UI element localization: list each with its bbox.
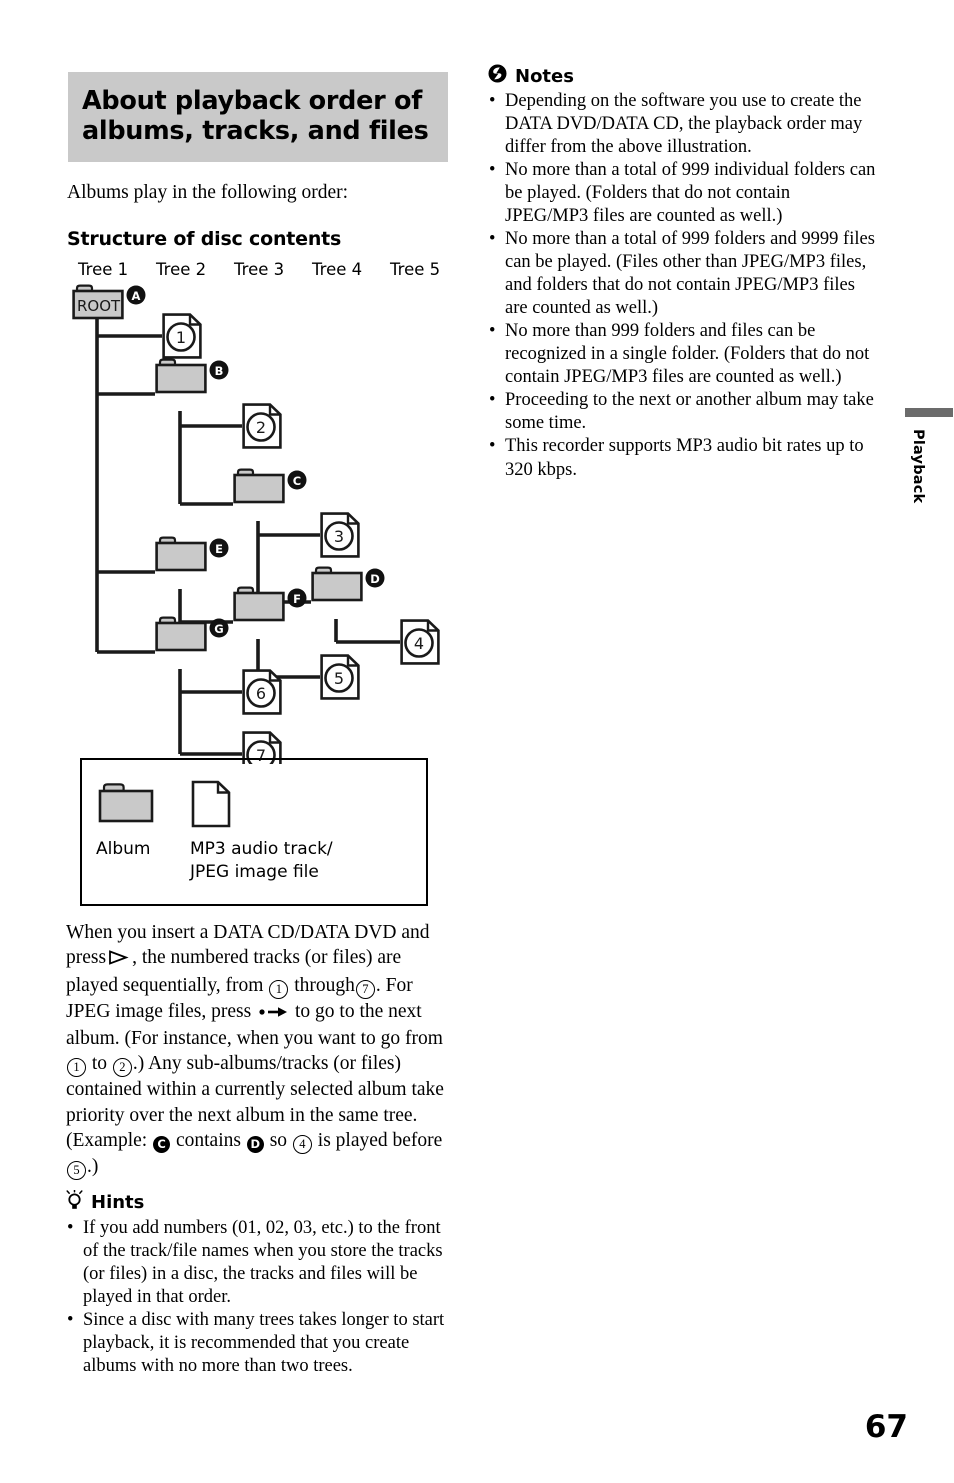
svg-text:G: G <box>214 622 223 636</box>
folder-D: D <box>311 566 385 602</box>
dot-arrow-icon <box>258 1001 288 1026</box>
note-item: No more than a total of 999 individual f… <box>488 159 876 228</box>
para-part-10: is played before <box>317 1130 443 1152</box>
hints-section: Hints If you add numbers (01, 02, 03, et… <box>66 1188 456 1378</box>
folder-E: E <box>155 536 229 572</box>
hints-title: Hints <box>91 1192 145 1213</box>
tree-diagram-svg: ROOT A B C D E F G 1 2 3 4 5 6 7 <box>72 284 440 765</box>
note-item: Depending on the software you use to cre… <box>488 90 876 159</box>
note-item: No more than a total of 999 folders and … <box>488 228 876 320</box>
file-6: 6 <box>242 669 282 715</box>
note-item: Proceeding to the next or another album … <box>488 389 876 435</box>
tree-column-labels: Tree 1 Tree 2 Tree 3 Tree 4 Tree 5 <box>70 260 450 284</box>
side-tab-bar <box>905 408 953 417</box>
notes-title: Notes <box>515 65 574 87</box>
svg-text:C: C <box>293 474 301 488</box>
notes-heading: Notes <box>488 64 876 88</box>
svg-text:B: B <box>215 364 224 378</box>
playback-order-paragraph: When you insert a DATA CD/DATA DVD and p… <box>66 920 452 1181</box>
tree-label-4: Tree 4 <box>312 260 363 280</box>
svg-text:A: A <box>132 289 141 303</box>
svg-text:E: E <box>215 542 223 556</box>
circled-number-1: 1 <box>269 979 289 999</box>
circled-number-7: 7 <box>355 979 375 999</box>
file-3: 3 <box>320 512 360 558</box>
para-part-9: so <box>269 1130 288 1152</box>
folder-C: C <box>233 468 307 504</box>
lightbulb-icon <box>66 1188 83 1215</box>
tree-label-2: Tree 2 <box>156 260 207 280</box>
album-folder-icon <box>98 783 154 823</box>
tree-label-3: Tree 3 <box>234 260 285 280</box>
folder-B: B <box>155 358 229 394</box>
svg-text:D: D <box>370 572 380 586</box>
mp3-jpeg-file-icon <box>191 780 231 828</box>
svg-text:1: 1 <box>176 328 186 347</box>
right-column: Notes Depending on the software you use … <box>488 64 876 482</box>
section-side-tab: Playback <box>905 408 953 503</box>
circled-number-1b: 1 <box>67 1058 86 1078</box>
para-part-8: contains <box>175 1130 241 1152</box>
intro-text: Albums play in the following order: <box>67 182 349 204</box>
warning-icon <box>488 64 507 88</box>
svg-text:5: 5 <box>334 669 344 688</box>
legend-file-label: MP3 audio track/ JPEG image file <box>190 838 333 884</box>
section-title-line1: About playback order of <box>82 86 422 116</box>
section-header: About playback order of albums, tracks, … <box>68 72 448 163</box>
document-page: About playback order of albums, tracks, … <box>0 0 954 1483</box>
legend-file-label-line1: MP3 audio track/ <box>190 839 333 859</box>
circled-number-2: 2 <box>112 1058 132 1078</box>
legend-album-label: Album <box>96 839 151 859</box>
play-triangle-icon <box>108 947 130 972</box>
svg-text:3: 3 <box>334 527 344 546</box>
side-tab-label: Playback <box>910 429 926 504</box>
hints-heading: Hints <box>66 1188 456 1215</box>
hint-item: If you add numbers (01, 02, 03, etc.) to… <box>66 1217 456 1309</box>
circled-number-4: 4 <box>292 1135 312 1155</box>
tree-label-1: Tree 1 <box>78 260 129 280</box>
folder-G: G <box>155 616 229 652</box>
legend-file-label-line2: JPEG image file <box>190 861 319 882</box>
para-part-6: to <box>91 1053 108 1075</box>
para-part-3: through <box>294 974 355 996</box>
hints-list: If you add numbers (01, 02, 03, etc.) to… <box>66 1217 456 1378</box>
svg-text:2: 2 <box>256 418 266 437</box>
folder-F: F <box>233 586 307 622</box>
note-item: This recorder supports MP3 audio bit rat… <box>488 435 876 481</box>
circled-number-5: 5 <box>67 1161 86 1181</box>
section-title-line2: albums, tracks, and files <box>82 116 429 147</box>
folder-root-A: ROOT A <box>72 284 146 320</box>
file-2: 2 <box>242 403 282 449</box>
note-item: No more than 999 folders and files can b… <box>488 320 876 389</box>
disc-structure-diagram: Tree 1 Tree 2 Tree 3 Tree 4 Tree 5 ROOT … <box>70 260 450 765</box>
svg-text:ROOT: ROOT <box>77 297 121 315</box>
diagram-legend: Album MP3 audio track/ JPEG image file <box>80 758 428 906</box>
file-5: 5 <box>320 654 360 700</box>
hint-item: Since a disc with many trees takes longe… <box>66 1309 456 1378</box>
svg-text:F: F <box>293 592 301 606</box>
left-column: About playback order of albums, tracks, … <box>67 72 450 765</box>
black-letter-C: C <box>153 1136 171 1154</box>
file-4: 4 <box>400 619 440 665</box>
tree-label-5: Tree 5 <box>390 260 441 280</box>
black-letter-D: D <box>246 1136 264 1154</box>
subsection-heading: Structure of disc contents <box>67 228 342 251</box>
file-1: 1 <box>162 313 202 359</box>
notes-list: Depending on the software you use to cre… <box>488 90 876 482</box>
svg-text:6: 6 <box>256 684 266 703</box>
svg-text:4: 4 <box>414 634 424 653</box>
page-number: 67 <box>864 1409 908 1445</box>
para-part-11: .) <box>87 1156 99 1178</box>
